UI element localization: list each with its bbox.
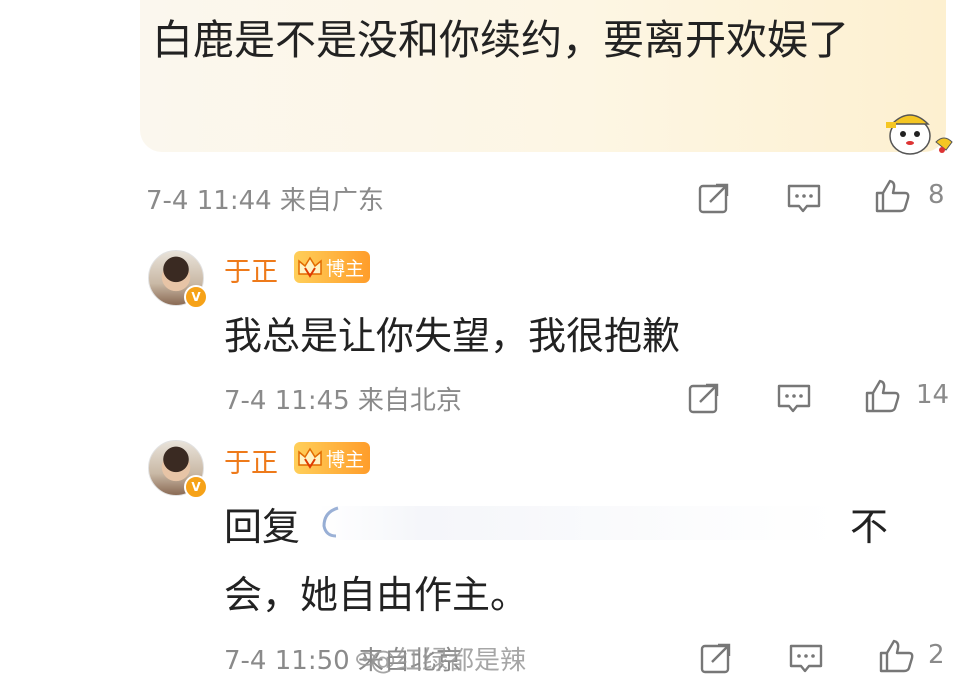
reply-text-line2: 会，她自由作主。: [224, 573, 529, 617]
like-icon[interactable]: [878, 638, 914, 674]
reply-meta: 7-4 11:45 来自北京: [224, 386, 462, 416]
blogger-badge: 博主: [294, 251, 371, 283]
blogger-badge-label: 博主: [326, 448, 365, 471]
crown-icon: [298, 256, 322, 278]
comment-icon[interactable]: [788, 640, 824, 676]
v-badge-icon: V: [184, 475, 208, 499]
username[interactable]: 于正: [224, 441, 278, 480]
like-count: 14: [916, 380, 950, 410]
like-icon[interactable]: [874, 178, 910, 214]
blogger-badge-label: 博主: [326, 257, 365, 280]
avatar[interactable]: V: [148, 440, 208, 499]
v-badge-icon: V: [184, 285, 208, 309]
redacted-area: [318, 506, 838, 540]
repost-icon[interactable]: [686, 380, 722, 416]
repost-icon[interactable]: [698, 640, 734, 676]
mascot-sticker-icon: [886, 114, 953, 155]
reply-suffix: 不: [850, 505, 889, 549]
like-count: 2: [928, 640, 945, 670]
top-comment-meta: 7-4 11:44 来自广东: [146, 186, 384, 216]
reply-text: 我总是让你失望，我很抱歉: [224, 314, 681, 358]
crown-icon: [298, 447, 322, 469]
reply-prefix: 回复: [224, 505, 301, 549]
comment-icon[interactable]: [776, 380, 812, 416]
like-icon[interactable]: [864, 378, 900, 414]
blogger-badge: 博主: [294, 442, 371, 474]
watermark: @红绿都是辣: [370, 646, 527, 676]
top-comment-text: 白鹿是不是没和你续约，要离开欢娱了: [152, 16, 849, 64]
avatar[interactable]: V: [148, 250, 208, 309]
repost-icon[interactable]: [696, 180, 732, 216]
username[interactable]: 于正: [224, 250, 278, 289]
comment-icon[interactable]: [786, 180, 822, 216]
like-count: 8: [928, 180, 945, 210]
